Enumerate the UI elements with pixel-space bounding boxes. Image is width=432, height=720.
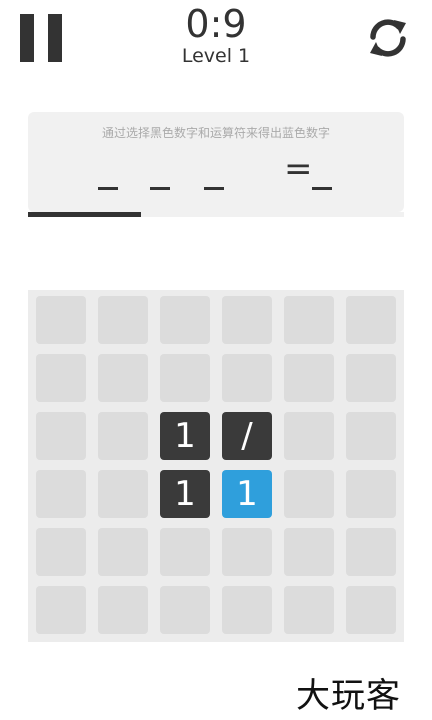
empty-tile[interactable] [222, 586, 272, 634]
empty-tile[interactable] [36, 528, 86, 576]
number-tile[interactable]: 1 [160, 470, 210, 518]
empty-tile[interactable] [98, 296, 148, 344]
empty-tile[interactable] [284, 586, 334, 634]
restart-icon [370, 19, 406, 57]
empty-tile[interactable] [36, 354, 86, 402]
operand-slot-2 [204, 187, 224, 190]
empty-tile[interactable] [160, 586, 210, 634]
time-progress-fill [28, 212, 141, 217]
empty-tile[interactable] [346, 470, 396, 518]
empty-tile[interactable] [222, 528, 272, 576]
result-slot [312, 187, 332, 190]
empty-tile[interactable] [346, 354, 396, 402]
empty-tile[interactable] [98, 586, 148, 634]
target-tile[interactable]: 1 [222, 470, 272, 518]
empty-tile[interactable] [346, 528, 396, 576]
empty-tile[interactable] [284, 528, 334, 576]
empty-tile[interactable] [346, 296, 396, 344]
empty-tile[interactable] [98, 470, 148, 518]
empty-tile[interactable] [346, 412, 396, 460]
restart-button[interactable] [362, 12, 414, 64]
instruction-text: 通过选择黑色数字和运算符来得出蓝色数字 [101, 126, 330, 140]
empty-tile[interactable] [36, 412, 86, 460]
empty-tile[interactable] [98, 528, 148, 576]
empty-tile[interactable] [160, 354, 210, 402]
operator-slot [150, 187, 170, 190]
empty-tile[interactable] [222, 296, 272, 344]
empty-tile[interactable] [284, 354, 334, 402]
equals-sign: = [284, 149, 313, 189]
empty-tile[interactable] [36, 470, 86, 518]
empty-tile[interactable] [160, 296, 210, 344]
operand-slot-1 [98, 187, 118, 190]
equation-panel: 通过选择黑色数字和运算符来得出蓝色数字 = [28, 112, 404, 212]
empty-tile[interactable] [160, 528, 210, 576]
game-board: 1/1 1 [28, 290, 404, 642]
number-tile[interactable]: / [222, 412, 272, 460]
empty-tile[interactable] [346, 586, 396, 634]
empty-tile[interactable] [222, 354, 272, 402]
watermark-logo: 大玩客 [296, 676, 401, 716]
number-tile[interactable]: 1 [160, 412, 210, 460]
empty-tile[interactable] [284, 412, 334, 460]
empty-tile[interactable] [98, 354, 148, 402]
empty-tile[interactable] [36, 296, 86, 344]
empty-tile[interactable] [98, 412, 148, 460]
empty-tile[interactable] [284, 296, 334, 344]
empty-tile[interactable] [284, 470, 334, 518]
time-progress-bar [28, 212, 404, 217]
empty-tile[interactable] [36, 586, 86, 634]
